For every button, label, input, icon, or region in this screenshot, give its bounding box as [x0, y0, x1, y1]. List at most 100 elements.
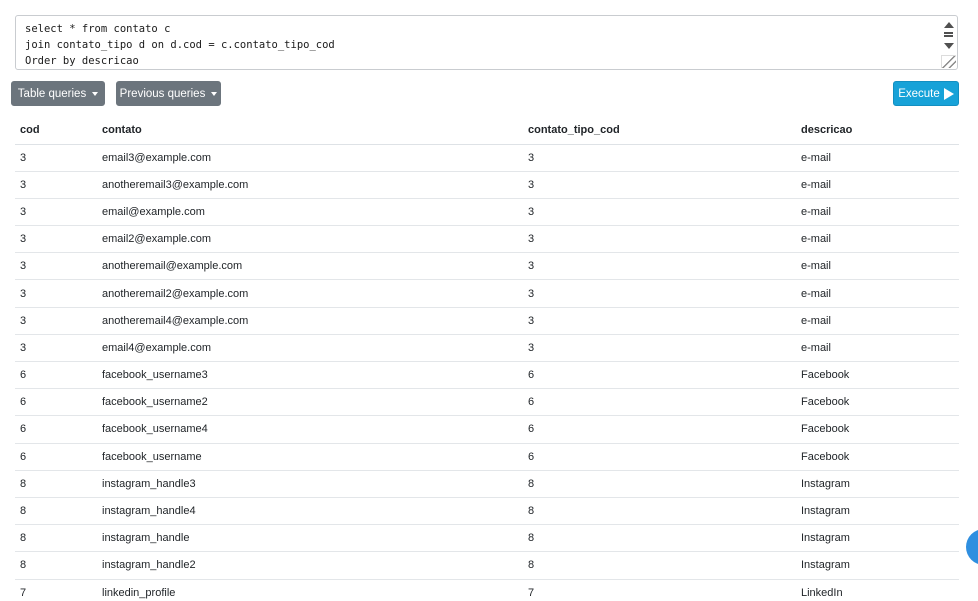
cell-cod: 7: [15, 578, 97, 601]
sql-editor[interactable]: select * from contato c join contato_tipo…: [15, 15, 958, 70]
scroll-down-icon[interactable]: [944, 43, 954, 49]
table-header-row: cod contato contato_tipo_cod descricao: [15, 117, 959, 145]
previous-queries-label: Previous queries: [119, 87, 206, 100]
execute-label: Execute: [898, 87, 940, 100]
cell-contato-tipo-cod: 3: [523, 225, 796, 253]
cell-descricao: e-mail: [796, 225, 959, 253]
table-row[interactable]: 7 linkedin_profile 7 LinkedIn: [15, 578, 959, 601]
cell-contato-tipo-cod: 8: [523, 524, 796, 552]
table-row[interactable]: 3 email3@example.com 3 e-mail: [15, 143, 959, 172]
resize-grip-icon[interactable]: [941, 55, 956, 68]
table-row[interactable]: 8 instagram_handle 8 Instagram: [15, 524, 959, 552]
sql-line: select * from contato c: [25, 23, 171, 35]
cell-contato: email@example.com: [97, 197, 523, 226]
table-row[interactable]: 3 anotheremail2@example.com 3 e-mail: [15, 279, 959, 308]
scroll-thumb-icon[interactable]: [943, 32, 954, 38]
cell-cod: 8: [15, 469, 97, 498]
cell-contato: instagram_handle4: [97, 496, 523, 525]
cell-descricao: Instagram: [796, 551, 959, 579]
cell-cod: 3: [15, 252, 97, 280]
cell-descricao: Instagram: [796, 496, 959, 525]
table-row[interactable]: 8 instagram_handle3 8 Instagram: [15, 469, 959, 498]
cell-contato-tipo-cod: 3: [523, 170, 796, 199]
cell-cod: 6: [15, 442, 97, 471]
cell-contato: instagram_handle3: [97, 469, 523, 498]
cell-contato-tipo-cod: 6: [523, 360, 796, 389]
table-queries-label: Table queries: [17, 87, 87, 100]
results-body: 3 email3@example.com 3 e-mail 3 anotheremail3…: [15, 143, 959, 601]
column-header-cod[interactable]: cod: [15, 117, 97, 145]
cell-descricao: e-mail: [796, 306, 959, 335]
cell-cod: 6: [15, 415, 97, 444]
cell-contato: facebook_username2: [97, 388, 523, 416]
cell-descricao: e-mail: [796, 252, 959, 280]
table-row[interactable]: 6 facebook_username3 6 Facebook: [15, 360, 959, 389]
cell-descricao: e-mail: [796, 197, 959, 226]
cell-descricao: Instagram: [796, 524, 959, 552]
cell-contato-tipo-cod: 8: [523, 496, 796, 525]
cell-cod: 8: [15, 496, 97, 525]
cell-contato: facebook_username: [97, 442, 523, 471]
sql-query-text[interactable]: select * from contato c join contato_tipo…: [25, 21, 335, 69]
table-row[interactable]: 3 email4@example.com 3 e-mail: [15, 333, 959, 362]
cell-contato: email4@example.com: [97, 333, 523, 362]
table-row[interactable]: 3 anotheremail@example.com 3 e-mail: [15, 252, 959, 280]
cell-contato: instagram_handle2: [97, 551, 523, 579]
table-row[interactable]: 3 email@example.com 3 e-mail: [15, 197, 959, 226]
scroll-up-icon[interactable]: [944, 22, 954, 28]
column-header-descricao[interactable]: descricao: [796, 117, 959, 145]
cell-contato: email3@example.com: [97, 143, 523, 172]
sql-line: Order by descricao: [25, 55, 139, 67]
cell-contato: linkedin_profile: [97, 578, 523, 601]
cell-contato: facebook_username4: [97, 415, 523, 444]
floating-action-button[interactable]: [966, 529, 978, 565]
column-header-contato-tipo-cod[interactable]: contato_tipo_cod: [523, 117, 796, 145]
cell-cod: 3: [15, 170, 97, 199]
cell-cod: 8: [15, 524, 97, 552]
cell-contato-tipo-cod: 6: [523, 415, 796, 444]
cell-cod: 3: [15, 143, 97, 172]
cell-contato: anotheremail2@example.com: [97, 279, 523, 308]
cell-descricao: e-mail: [796, 170, 959, 199]
cell-descricao: e-mail: [796, 279, 959, 308]
cell-cod: 3: [15, 306, 97, 335]
sql-query-page: select * from contato c join contato_tipo…: [0, 0, 978, 601]
cell-descricao: Facebook: [796, 415, 959, 444]
cell-contato-tipo-cod: 3: [523, 306, 796, 335]
cell-contato: anotheremail@example.com: [97, 252, 523, 280]
cell-contato-tipo-cod: 6: [523, 442, 796, 471]
cell-contato: anotheremail4@example.com: [97, 306, 523, 335]
table-row[interactable]: 8 instagram_handle4 8 Instagram: [15, 496, 959, 525]
table-row[interactable]: 6 facebook_username2 6 Facebook: [15, 388, 959, 416]
table-row[interactable]: 3 anotheremail4@example.com 3 e-mail: [15, 306, 959, 335]
table-row[interactable]: 6 facebook_username4 6 Facebook: [15, 415, 959, 444]
cell-contato-tipo-cod: 8: [523, 551, 796, 579]
cell-contato-tipo-cod: 7: [523, 578, 796, 601]
cell-contato-tipo-cod: 6: [523, 388, 796, 416]
cell-cod: 3: [15, 225, 97, 253]
table-row[interactable]: 6 facebook_username 6 Facebook: [15, 442, 959, 471]
cell-cod: 6: [15, 388, 97, 416]
cell-descricao: Facebook: [796, 388, 959, 416]
cell-cod: 6: [15, 360, 97, 389]
caret-down-icon: [211, 91, 218, 96]
cell-contato: instagram_handle: [97, 524, 523, 552]
cell-cod: 3: [15, 279, 97, 308]
cell-contato-tipo-cod: 3: [523, 252, 796, 280]
cell-contato-tipo-cod: 3: [523, 143, 796, 172]
sql-line: join contato_tipo d on d.cod = c.contato…: [25, 39, 335, 51]
table-queries-button[interactable]: Table queries: [11, 81, 105, 106]
execute-button[interactable]: Execute: [893, 81, 959, 106]
table-row[interactable]: 8 instagram_handle2 8 Instagram: [15, 551, 959, 579]
previous-queries-button[interactable]: Previous queries: [116, 81, 221, 106]
cell-cod: 3: [15, 197, 97, 226]
column-header-contato[interactable]: contato: [97, 117, 523, 145]
table-row[interactable]: 3 email2@example.com 3 e-mail: [15, 225, 959, 253]
cell-contato-tipo-cod: 3: [523, 333, 796, 362]
editor-scrollbar[interactable]: [943, 19, 955, 53]
table-row[interactable]: 3 anotheremail3@example.com 3 e-mail: [15, 170, 959, 199]
cell-contato: email2@example.com: [97, 225, 523, 253]
cell-descricao: LinkedIn: [796, 578, 959, 601]
cell-contato: facebook_username3: [97, 360, 523, 389]
cell-contato: anotheremail3@example.com: [97, 170, 523, 199]
